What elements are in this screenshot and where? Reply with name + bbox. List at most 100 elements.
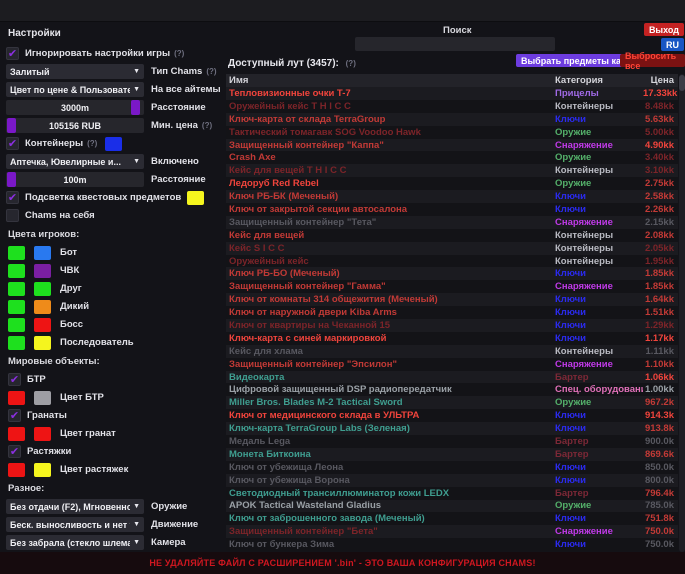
table-row[interactable]: Медаль LegaБартер900.0k bbox=[226, 435, 678, 448]
table-row[interactable]: Защищенный контейнер "Гамма"Снаряжение1.… bbox=[226, 280, 678, 293]
player-type-color-swatch[interactable] bbox=[34, 318, 51, 332]
player-type-color-swatch[interactable] bbox=[34, 246, 51, 260]
world-color-swatch[interactable] bbox=[34, 427, 51, 441]
table-row[interactable]: Оружейный кейс T H I C CКонтейнеры8.48kk bbox=[226, 100, 678, 113]
table-row[interactable]: Ключ-карта TerraGroup Labs (Зеленая)Ключ… bbox=[226, 422, 678, 435]
player-visible-color-swatch[interactable] bbox=[8, 246, 25, 260]
table-row[interactable]: ВидеокартаБартер1.06kk bbox=[226, 371, 678, 384]
scrollbar-thumb[interactable] bbox=[679, 75, 685, 91]
help-icon[interactable]: (?) bbox=[202, 121, 212, 130]
discard-all-button[interactable]: Выбросить все bbox=[620, 54, 685, 67]
item-name: Защищенный контейнер "Эпсилон" bbox=[226, 359, 555, 370]
table-row[interactable]: Ключ от наружной двери Kiba ArmsКлючи1.5… bbox=[226, 306, 678, 319]
item-price: 2.58kk bbox=[643, 191, 678, 202]
slider-handle[interactable] bbox=[7, 172, 16, 187]
table-row[interactable]: Ключ от квартиры на Чеканной 15Ключи1.29… bbox=[226, 319, 678, 332]
item-name: Miller Bros. Blades M-2 Tactical Sword bbox=[226, 397, 555, 408]
world-color-swatch[interactable] bbox=[8, 391, 25, 405]
slider-handle[interactable] bbox=[7, 118, 16, 133]
min-price-slider[interactable]: 105156 RUB bbox=[6, 118, 144, 133]
slider-handle[interactable] bbox=[131, 100, 140, 115]
chams-self-checkbox[interactable] bbox=[6, 209, 19, 222]
table-row[interactable]: Кейс для хламаКонтейнеры1.11kk bbox=[226, 345, 678, 358]
chams-type-dropdown[interactable]: Залитый ▼ bbox=[6, 64, 144, 79]
player-type-label: ЧВК bbox=[60, 265, 79, 276]
table-row[interactable]: Защищенный контейнер "Бета"Снаряжение750… bbox=[226, 525, 678, 538]
table-row[interactable]: Ключ от комнаты 314 общежития (Меченый)К… bbox=[226, 293, 678, 306]
column-name[interactable]: Имя bbox=[226, 75, 555, 86]
table-row[interactable]: Miller Bros. Blades M-2 Tactical SwordОр… bbox=[226, 396, 678, 409]
exit-button[interactable]: Выход bbox=[644, 23, 684, 36]
player-visible-color-swatch[interactable] bbox=[8, 282, 25, 296]
world-color-swatch[interactable] bbox=[34, 391, 51, 405]
table-row[interactable]: APOK Tactical Wasteland GladiusОружие785… bbox=[226, 500, 678, 513]
table-row[interactable]: Тепловизионные очки T-7Прицелы17.33kk bbox=[226, 87, 678, 100]
table-row[interactable]: Ключ от бункера ЗимаКлючи750.0k bbox=[226, 538, 678, 551]
world-color-swatch[interactable] bbox=[8, 427, 25, 441]
table-row[interactable]: Монета БиткоинаБартер869.6k bbox=[226, 448, 678, 461]
ignore-game-settings-checkbox[interactable]: ✔ bbox=[6, 47, 19, 60]
distance-slider[interactable]: 3000m bbox=[6, 100, 144, 115]
quest-color-swatch[interactable] bbox=[187, 191, 204, 205]
column-price[interactable]: Цена bbox=[643, 75, 678, 86]
containers-distance-slider[interactable]: 100m bbox=[6, 172, 144, 187]
world-object-checkbox[interactable]: ✔ bbox=[8, 445, 21, 458]
search-input[interactable] bbox=[355, 37, 555, 51]
player-type-color-swatch[interactable] bbox=[34, 300, 51, 314]
player-visible-color-swatch[interactable] bbox=[8, 300, 25, 314]
player-type-color-swatch[interactable] bbox=[34, 282, 51, 296]
player-visible-color-swatch[interactable] bbox=[8, 336, 25, 350]
table-row[interactable]: Ключ-карта с синей маркировкойКлючи1.17k… bbox=[226, 332, 678, 345]
table-row[interactable]: Защищенный контейнер "Тета"Снаряжение2.1… bbox=[226, 216, 678, 229]
world-color-swatch[interactable] bbox=[8, 463, 25, 477]
player-type-color-swatch[interactable] bbox=[34, 336, 51, 350]
table-row[interactable]: Ключ от убежища ВоронаКлючи800.0k bbox=[226, 474, 678, 487]
containers-color-swatch[interactable] bbox=[105, 137, 122, 151]
help-icon[interactable]: (?) bbox=[87, 139, 97, 148]
chams-self-row: Chams на себя bbox=[6, 208, 224, 223]
chams-self-label: Chams на себя bbox=[25, 210, 95, 221]
help-icon[interactable]: (?) bbox=[174, 49, 184, 58]
color-mode-dropdown[interactable]: Цвет по цене & Пользователь ▼ bbox=[6, 82, 144, 97]
language-button[interactable]: RU bbox=[661, 38, 684, 51]
table-scrollbar[interactable] bbox=[679, 74, 685, 552]
table-row[interactable]: Ключ от медицинского склада в УЛЬТРАКлюч… bbox=[226, 409, 678, 422]
table-row[interactable]: Ключ РБ-БК (Меченый)Ключи2.58kk bbox=[226, 190, 678, 203]
weapon-dropdown[interactable]: Без отдачи (F2), Мгновенное п ▼ bbox=[6, 499, 144, 514]
table-row[interactable]: Тактический томагавк SOG Voodoo HawkОруж… bbox=[226, 126, 678, 139]
containers-checkbox[interactable]: ✔ bbox=[6, 137, 19, 150]
table-row[interactable]: Цифровой защищенный DSP радиопередатчикС… bbox=[226, 383, 678, 396]
table-row[interactable]: Кейс для вещей T H I C CКонтейнеры3.10kk bbox=[226, 164, 678, 177]
table-row[interactable]: Ключ от убежища ЛеонаКлючи850.0k bbox=[226, 461, 678, 474]
world-color-swatch[interactable] bbox=[34, 463, 51, 477]
item-category: Бартер bbox=[555, 449, 643, 460]
item-name: Ключ от убежища Ворона bbox=[226, 475, 555, 486]
containers-filter-dropdown[interactable]: Аптечка, Ювелирные и... ▼ bbox=[6, 154, 144, 169]
help-icon[interactable]: (?) bbox=[206, 67, 216, 76]
table-row[interactable]: Кейс S I C CКонтейнеры2.05kk bbox=[226, 242, 678, 255]
player-visible-color-swatch[interactable] bbox=[8, 264, 25, 278]
movement-dropdown[interactable]: Беск. выносливость и нет уста: ▼ bbox=[6, 517, 144, 532]
table-row[interactable]: Ключ от закрытой секции автосалонаКлючи2… bbox=[226, 203, 678, 216]
table-row[interactable]: Crash AxeОружие3.40kk bbox=[226, 151, 678, 164]
column-category[interactable]: Категория bbox=[555, 75, 643, 86]
table-row[interactable]: Защищенный контейнер "Каппа"Снаряжение4.… bbox=[226, 139, 678, 152]
table-row[interactable]: Ключ от заброшенного завода (Меченый)Клю… bbox=[226, 512, 678, 525]
table-row[interactable]: Оружейный кейсКонтейнеры1.95kk bbox=[226, 255, 678, 268]
item-price: 914.3k bbox=[643, 410, 678, 421]
player-visible-color-swatch[interactable] bbox=[8, 318, 25, 332]
world-object-checkbox[interactable]: ✔ bbox=[8, 409, 21, 422]
table-row[interactable]: Кейс для вещейКонтейнеры2.08kk bbox=[226, 229, 678, 242]
quest-highlight-checkbox[interactable]: ✔ bbox=[6, 191, 19, 204]
table-row[interactable]: Ледоруб Red RebelОружие2.75kk bbox=[226, 177, 678, 190]
camera-dropdown[interactable]: Без забрала (стекло шлема) ▼ bbox=[6, 535, 144, 550]
table-row[interactable]: Ключ-карта от склада TerraGroupКлючи5.63… bbox=[226, 113, 678, 126]
table-row[interactable]: Светодиодный трансиллюминатор кожи LEDXБ… bbox=[226, 487, 678, 500]
help-icon[interactable]: (?) bbox=[346, 59, 356, 68]
table-row[interactable]: Защищенный контейнер "Эпсилон"Снаряжение… bbox=[226, 358, 678, 371]
table-row[interactable]: Ключ РБ-БО (Меченый)Ключи1.85kk bbox=[226, 267, 678, 280]
world-object-checkbox[interactable]: ✔ bbox=[8, 373, 21, 386]
item-name: Кейс S I C C bbox=[226, 243, 555, 254]
player-type-color-swatch[interactable] bbox=[34, 264, 51, 278]
item-category: Контейнеры bbox=[555, 101, 643, 112]
